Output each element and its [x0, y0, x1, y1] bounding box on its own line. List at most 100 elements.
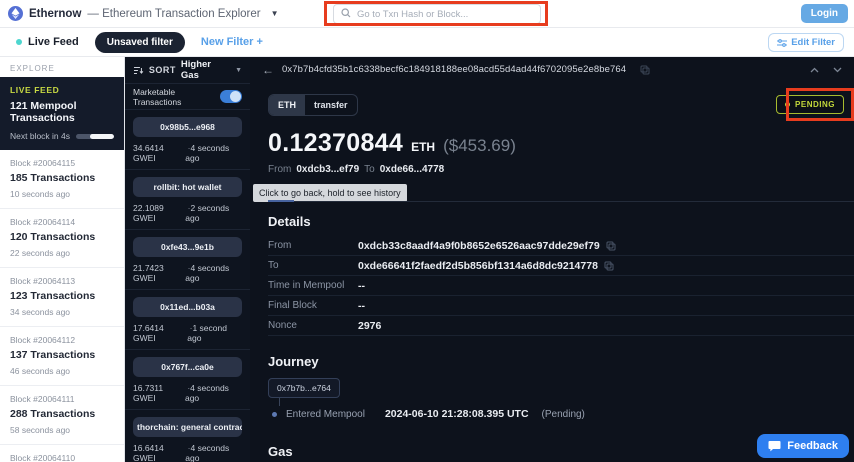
txn-gas: 34.6414 GWEI: [133, 143, 185, 163]
block-txn-count: 137 Transactions: [10, 349, 114, 361]
details-row-value: --: [358, 280, 365, 292]
mempool-transaction-card[interactable]: 0x767f...ca0e 16.7311 GWEI 4 seconds ago: [125, 350, 250, 410]
block-age: 10 seconds ago: [10, 189, 114, 199]
journey-heading: Journey: [268, 354, 854, 369]
event-dot-icon: [272, 412, 277, 417]
txn-meta: 22.1089 GWEI 2 seconds ago: [133, 203, 242, 223]
brand-suffix: — Ethereum Transaction Explorer: [87, 8, 260, 20]
sidebar-block-item[interactable]: Block #20064110 102 Transactions 1 minut…: [0, 445, 124, 462]
block-age: 46 seconds ago: [10, 366, 114, 376]
sidebar-block-item[interactable]: Block #20064115 185 Transactions 10 seco…: [0, 150, 124, 209]
mempool-transaction-card[interactable]: 0x11ed...b03a 17.6414 GWEI 1 second ago: [125, 290, 250, 350]
mempool-transaction-card[interactable]: 0x98b5...e968 34.6414 GWEI 4 seconds ago: [125, 110, 250, 170]
to-address-short[interactable]: 0xde66...4778: [380, 164, 445, 175]
txn-age: 1 second ago: [187, 323, 242, 343]
txn-header-bar: ← 0x7b7b4cfd35b1c6338becf6c184918188ee08…: [250, 57, 854, 82]
block-txn-count: 288 Transactions: [10, 408, 114, 420]
sort-label: SORT: [149, 65, 176, 75]
block-number: Block #20064113: [10, 276, 114, 286]
txn-amount: 0.12370844: [268, 129, 403, 158]
details-row-label: Time in Mempool: [268, 280, 358, 291]
details-heading: Details: [268, 214, 854, 229]
details-table: From 0xdcb33c8aadf4a9f0b8652e6526aac97dd…: [268, 236, 854, 336]
live-feed-title: LIVE FEED: [10, 85, 114, 95]
from-to-summary: From 0xdcb3...ef79 To 0xde66...4778: [268, 164, 854, 175]
copy-icon[interactable]: [606, 241, 616, 251]
chevron-up-icon[interactable]: [810, 67, 819, 73]
event-status-note: (Pending): [542, 409, 585, 420]
copy-icon[interactable]: [604, 261, 614, 271]
copy-icon[interactable]: [640, 65, 650, 75]
next-block-label: Next block in 4s: [10, 131, 70, 141]
sort-value: Higher Gas: [181, 59, 231, 81]
unsaved-filter-pill[interactable]: Unsaved filter: [95, 32, 185, 53]
chevron-down-icon: ▼: [235, 67, 242, 74]
from-address-short[interactable]: 0xdcb3...ef79: [296, 164, 359, 175]
status-dot-icon: [785, 102, 790, 107]
sidebar-block-item[interactable]: Block #20064114 120 Transactions 22 seco…: [0, 209, 124, 268]
txn-gas: 16.6414 GWEI: [133, 443, 185, 462]
brand[interactable]: Ethernow — Ethereum Transaction Explorer…: [8, 6, 279, 21]
mempool-transaction-card[interactable]: thorchain: general contract 16.6414 GWEI…: [125, 410, 250, 462]
sidebar-item-live-feed[interactable]: LIVE FEED 121 Mempool Transactions Next …: [0, 77, 124, 150]
live-dot-icon: [16, 39, 22, 45]
sidebar-block-item[interactable]: Block #20064112 137 Transactions 46 seco…: [0, 327, 124, 386]
details-row-label: Nonce: [268, 320, 358, 331]
txn-label-pill[interactable]: 0xfe43...9e1b: [133, 237, 242, 257]
txn-label-pill[interactable]: 0x767f...ca0e: [133, 357, 242, 377]
sidebar-block-item[interactable]: Block #20064111 288 Transactions 58 seco…: [0, 386, 124, 445]
block-number: Block #20064114: [10, 217, 114, 227]
edit-filter-label: Edit Filter: [791, 37, 835, 48]
transaction-detail-panel: ← 0x7b7b4cfd35b1c6338becf6c184918188ee08…: [250, 57, 854, 462]
brand-name: Ethernow: [29, 8, 81, 20]
txn-gas: 21.7423 GWEI: [133, 263, 185, 283]
new-filter-button[interactable]: New Filter +: [201, 36, 263, 48]
txn-label-pill[interactable]: 0x11ed...b03a: [133, 297, 242, 317]
txn-age: 4 seconds ago: [185, 263, 242, 283]
journey-event-row: Entered Mempool 2024-06-10 21:28:08.395 …: [268, 408, 854, 420]
details-row-value: 2976: [358, 320, 381, 332]
details-row-value: 0xde66641f2faedf2d5b856bf1314a6d8dc92147…: [358, 260, 598, 272]
sliders-icon: [777, 39, 787, 47]
txn-meta: 17.6414 GWEI 1 second ago: [133, 323, 242, 343]
app-root: Ethernow — Ethereum Transaction Explorer…: [0, 0, 854, 462]
chevron-down-icon[interactable]: ▼: [271, 9, 279, 18]
blocks-sidebar: EXPLORE LIVE FEED 121 Mempool Transactio…: [0, 57, 125, 462]
to-label: To: [364, 164, 375, 175]
details-row: Nonce 2976: [268, 316, 854, 336]
marketable-toggle[interactable]: [220, 90, 242, 103]
sidebar-block-item[interactable]: Block #20064113 123 Transactions 34 seco…: [0, 268, 124, 327]
back-arrow-icon[interactable]: ←: [262, 63, 274, 77]
toggle-knob: [230, 91, 241, 102]
event-label: Entered Mempool: [286, 409, 365, 420]
edit-filter-button[interactable]: Edit Filter: [768, 33, 844, 52]
tag-eth[interactable]: ETH: [269, 95, 305, 115]
login-button[interactable]: Login: [801, 4, 848, 23]
journey-txn-pill[interactable]: 0x7b7b...e764: [268, 378, 340, 398]
block-number: Block #20064110: [10, 453, 114, 462]
feedback-button[interactable]: Feedback: [757, 434, 849, 458]
txn-label-pill[interactable]: thorchain: general contract: [133, 417, 242, 437]
search-box[interactable]: [333, 4, 541, 24]
mempool-transaction-card[interactable]: 0xfe43...9e1b 21.7423 GWEI 4 seconds ago: [125, 230, 250, 290]
txn-meta: 34.6414 GWEI 4 seconds ago: [133, 143, 242, 163]
from-label: From: [268, 164, 291, 175]
mempool-transaction-card[interactable]: rollbit: hot wallet 22.1089 GWEI 2 secon…: [125, 170, 250, 230]
block-age: 34 seconds ago: [10, 307, 114, 317]
tag-transfer[interactable]: transfer: [305, 95, 357, 115]
chat-icon: [768, 440, 781, 452]
journey-connector: [279, 398, 280, 406]
status-label: PENDING: [795, 100, 835, 109]
txn-label-pill[interactable]: rollbit: hot wallet: [133, 177, 242, 197]
txn-meta: 16.6414 GWEI 4 seconds ago: [133, 443, 242, 462]
search-input[interactable]: [357, 9, 533, 20]
live-feed-tab[interactable]: Live Feed: [16, 36, 79, 48]
txn-label-pill[interactable]: 0x98b5...e968: [133, 117, 242, 137]
sort-dropdown[interactable]: Higher Gas ▼: [181, 59, 242, 81]
txn-age: 4 seconds ago: [185, 143, 242, 163]
section-divider: [268, 200, 854, 202]
details-row: To 0xde66641f2faedf2d5b856bf1314a6d8dc92…: [268, 256, 854, 276]
txn-age: 4 seconds ago: [185, 443, 242, 462]
block-age: 22 seconds ago: [10, 248, 114, 258]
chevron-down-icon[interactable]: [833, 67, 842, 73]
